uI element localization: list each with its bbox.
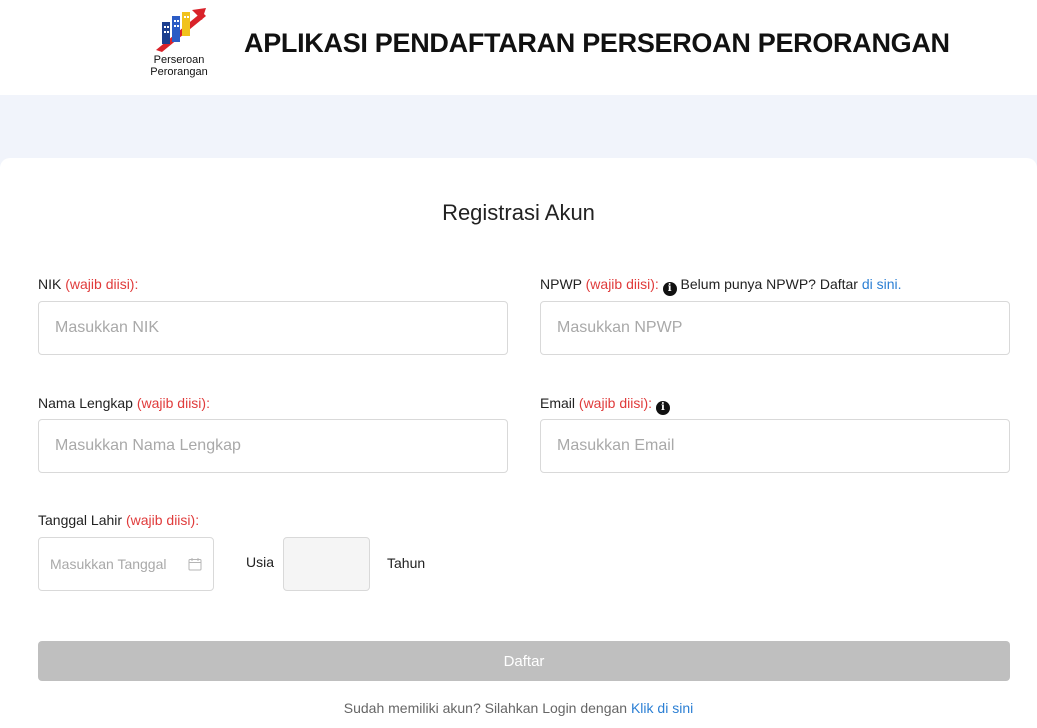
npwp-register-link[interactable]: di sini.: [862, 276, 902, 292]
logo-text: Perseroan Perorangan: [146, 54, 212, 78]
nik-label-text: NIK: [38, 276, 62, 292]
daftar-button[interactable]: Daftar: [38, 641, 1010, 681]
app-logo[interactable]: Perseroan Perorangan: [146, 6, 212, 78]
email-input[interactable]: [540, 419, 1010, 473]
info-icon[interactable]: i: [655, 401, 670, 415]
login-link[interactable]: Klik di sini: [631, 700, 693, 716]
tanggal-label: Tanggal Lahir (wajib diisi):: [38, 512, 199, 528]
tanggal-required: (wajib diisi):: [125, 512, 200, 528]
app-header: Perseroan Perorangan APLIKASI PENDAFTARA…: [0, 0, 1037, 95]
calendar-icon[interactable]: [188, 557, 202, 571]
nik-label: NIK (wajib diisi):: [38, 276, 138, 292]
usia-field: [283, 537, 370, 591]
usia-label: Usia: [246, 554, 275, 570]
nik-input[interactable]: [38, 301, 508, 355]
app-title: APLIKASI PENDAFTARAN PERSEROAN PERORANGA…: [244, 28, 950, 58]
npwp-input[interactable]: [540, 301, 1010, 355]
form-title: Registrasi Akun: [442, 200, 595, 225]
email-required: (wajib diisi):: [578, 395, 653, 411]
nama-lengkap-input[interactable]: [38, 419, 508, 473]
login-prompt-text: Sudah memiliki akun? Silahkan Login deng…: [343, 700, 628, 716]
nama-label-text: Nama Lengkap: [38, 395, 133, 411]
email-label-text: Email: [540, 395, 576, 411]
npwp-label-text: NPWP: [540, 276, 582, 292]
npwp-label: NPWP (wajib diisi): i Belum punya NPWP? …: [540, 276, 902, 296]
email-label: Email (wajib diisi): i: [540, 395, 670, 415]
nama-required: (wajib diisi):: [136, 395, 210, 411]
tahun-label: Tahun: [387, 555, 426, 571]
nama-label: Nama Lengkap (wajib diisi):: [38, 395, 210, 411]
login-prompt: Sudah memiliki akun? Silahkan Login deng…: [0, 700, 1037, 716]
nik-required: (wajib diisi):: [65, 276, 139, 292]
npwp-required: (wajib diisi):: [585, 276, 659, 292]
logo-text-line1: Perseroan: [153, 54, 205, 66]
tanggal-label-text: Tanggal Lahir: [38, 512, 123, 528]
info-icon[interactable]: i: [662, 282, 677, 296]
building-logo-icon: [156, 8, 206, 52]
tanggal-lahir-picker[interactable]: [38, 537, 214, 591]
logo-text-line2: Perorangan: [150, 66, 208, 78]
tanggal-lahir-input[interactable]: [39, 538, 179, 590]
npwp-hint: Belum punya NPWP? Daftar: [680, 276, 858, 292]
